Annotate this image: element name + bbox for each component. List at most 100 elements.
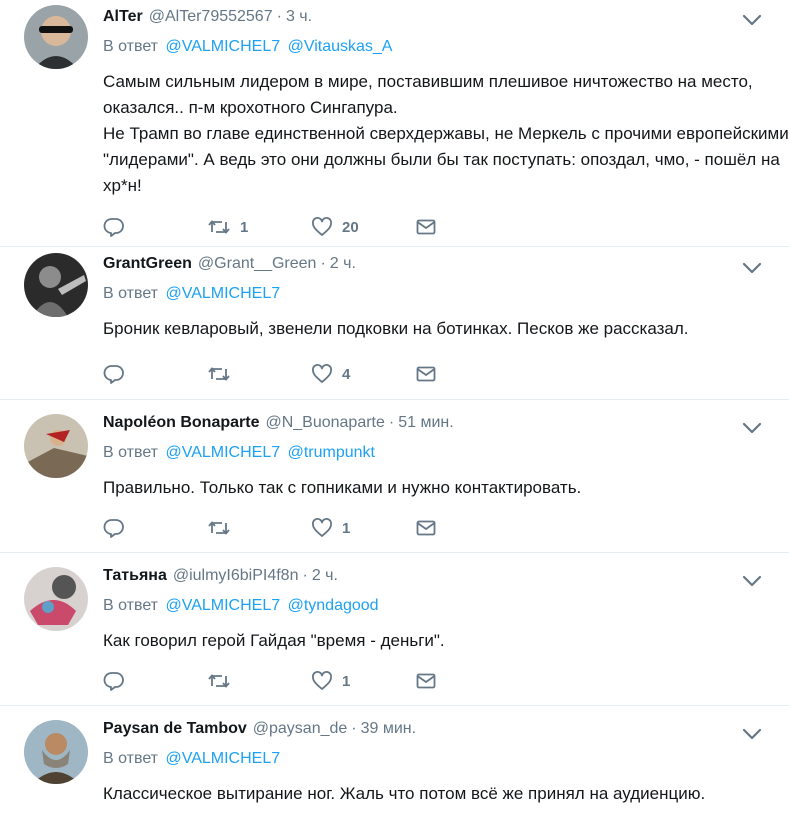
like-count: 20 (342, 218, 359, 236)
mention-link[interactable]: @VALMICHEL7 (165, 285, 280, 302)
display-name[interactable]: Paysan de Tambov (103, 720, 247, 738)
like-button[interactable]: 4 (311, 363, 415, 385)
chevron-down-icon[interactable] (741, 726, 763, 742)
tweet-header: AlTer @AlTer79552567 · 3 ч. (103, 8, 789, 30)
message-button[interactable] (415, 517, 519, 539)
timestamp[interactable]: 2 ч. (330, 255, 356, 273)
reply-context: В ответ @VALMICHEL7 (103, 750, 789, 772)
reply-icon (103, 672, 124, 691)
user-handle[interactable]: @Grant__Green (198, 255, 317, 273)
message-button[interactable] (415, 670, 519, 692)
reply-prefix: В ответ (103, 750, 159, 767)
display-name[interactable]: Татьяна (103, 567, 167, 585)
display-name[interactable]: GrantGreen (103, 255, 192, 273)
timestamp[interactable]: 51 мин. (398, 414, 453, 432)
like-count: 1 (342, 672, 351, 690)
separator-dot: · (302, 567, 308, 584)
reply-icon (103, 218, 124, 237)
like-button[interactable]: 20 (311, 216, 415, 238)
tweet-text: Правильно. Только так с гопниками и нужн… (103, 478, 582, 497)
reply-icon (103, 519, 124, 538)
mention-link[interactable]: @tyndagood (288, 597, 379, 614)
tweet-actions: 1 20 (103, 216, 789, 238)
mention-link[interactable]: @VALMICHEL7 (165, 38, 280, 55)
tweet[interactable]: AlTer @AlTer79552567 · 3 ч. В ответ @VAL… (0, 0, 789, 247)
mention-link[interactable]: @VALMICHEL7 (165, 750, 280, 767)
tweet[interactable]: Paysan de Tambov @paysan_de · 39 мин. В … (0, 706, 789, 817)
retweet-icon (208, 521, 230, 535)
retweet-count: 1 (240, 218, 249, 236)
tweet-text: Броник кевларовый, звенели подковки на б… (103, 319, 689, 338)
chevron-down-icon[interactable] (741, 260, 763, 276)
separator-dot: · (351, 720, 357, 737)
tweet-feed: AlTer @AlTer79552567 · 3 ч. В ответ @VAL… (0, 0, 789, 817)
tweet-header: Татьяна @iulmyI6biPI4f8n · 2 ч. (103, 567, 789, 589)
avatar[interactable] (24, 5, 88, 69)
reply-context: В ответ @VALMICHEL7 (103, 285, 789, 307)
avatar[interactable] (24, 414, 88, 478)
user-handle[interactable]: @AlTer79552567 (149, 8, 273, 26)
user-handle[interactable]: @N_Buonaparte (265, 414, 384, 432)
user-handle[interactable]: @iulmyI6biPI4f8n (173, 567, 299, 585)
tweet-text: Как говорил герой Гайдая "время - деньги… (103, 631, 445, 650)
reply-context: В ответ @VALMICHEL7 @tyndagood (103, 597, 789, 619)
mention-link[interactable]: @trumpunkt (288, 444, 375, 461)
retweet-button[interactable]: 1 (207, 216, 311, 238)
reply-button[interactable] (103, 670, 207, 692)
mention-link[interactable]: @VALMICHEL7 (165, 597, 280, 614)
reply-button[interactable] (103, 363, 207, 385)
separator-dot: · (388, 414, 395, 431)
retweet-button[interactable] (207, 670, 311, 692)
timestamp[interactable]: 39 мин. (361, 720, 416, 738)
message-icon (416, 520, 436, 536)
reply-prefix: В ответ (103, 444, 159, 461)
chevron-down-icon[interactable] (741, 420, 763, 436)
tweet-header: Paysan de Tambov @paysan_de · 39 мин. (103, 720, 789, 742)
user-handle[interactable]: @paysan_de (253, 720, 348, 738)
reply-icon (103, 365, 124, 384)
reply-context: В ответ @VALMICHEL7 @trumpunkt (103, 444, 789, 466)
tweet-header: Napoléon Bonaparte @N_Buonaparte · 51 ми… (103, 414, 789, 436)
tweet-actions: 1 (103, 517, 789, 539)
separator-dot: · (320, 255, 326, 272)
tweet-actions: 1 (103, 670, 789, 692)
message-icon (416, 366, 436, 382)
timestamp[interactable]: 3 ч. (286, 8, 312, 26)
like-count: 4 (342, 365, 351, 383)
like-icon (312, 518, 332, 537)
mention-link[interactable]: @Vitauskas_A (288, 38, 393, 55)
like-icon (312, 671, 332, 690)
tweet[interactable]: Татьяна @iulmyI6biPI4f8n · 2 ч. В ответ … (0, 553, 789, 706)
message-button[interactable] (415, 216, 519, 238)
timestamp[interactable]: 2 ч. (312, 567, 338, 585)
avatar[interactable] (24, 720, 88, 784)
retweet-button[interactable] (207, 517, 311, 539)
chevron-down-icon[interactable] (741, 12, 763, 28)
tweet[interactable]: GrantGreen @Grant__Green · 2 ч. В ответ … (0, 247, 789, 400)
reply-context: В ответ @VALMICHEL7 @Vitauskas_A (103, 38, 789, 60)
display-name[interactable]: Napoléon Bonaparte (103, 414, 259, 432)
like-button[interactable]: 1 (311, 670, 415, 692)
tweet[interactable]: Napoléon Bonaparte @N_Buonaparte · 51 ми… (0, 400, 789, 553)
mention-link[interactable]: @VALMICHEL7 (165, 444, 280, 461)
tweet-actions: 4 (103, 363, 789, 385)
reply-prefix: В ответ (103, 285, 159, 302)
tweet-text: Самым сильным лидером в мире, поставивши… (103, 72, 789, 195)
retweet-icon (208, 367, 230, 381)
retweet-icon (208, 674, 230, 688)
avatar[interactable] (24, 253, 88, 317)
reply-prefix: В ответ (103, 597, 159, 614)
display-name[interactable]: AlTer (103, 8, 143, 26)
like-count: 1 (342, 519, 351, 537)
reply-prefix: В ответ (103, 38, 159, 55)
message-button[interactable] (415, 363, 519, 385)
chevron-down-icon[interactable] (741, 573, 763, 589)
reply-button[interactable] (103, 517, 207, 539)
avatar[interactable] (24, 567, 88, 631)
reply-button[interactable] (103, 216, 207, 238)
separator-dot: · (276, 8, 282, 25)
like-button[interactable]: 1 (311, 517, 415, 539)
like-icon (312, 364, 332, 383)
message-icon (416, 219, 436, 235)
retweet-button[interactable] (207, 363, 311, 385)
